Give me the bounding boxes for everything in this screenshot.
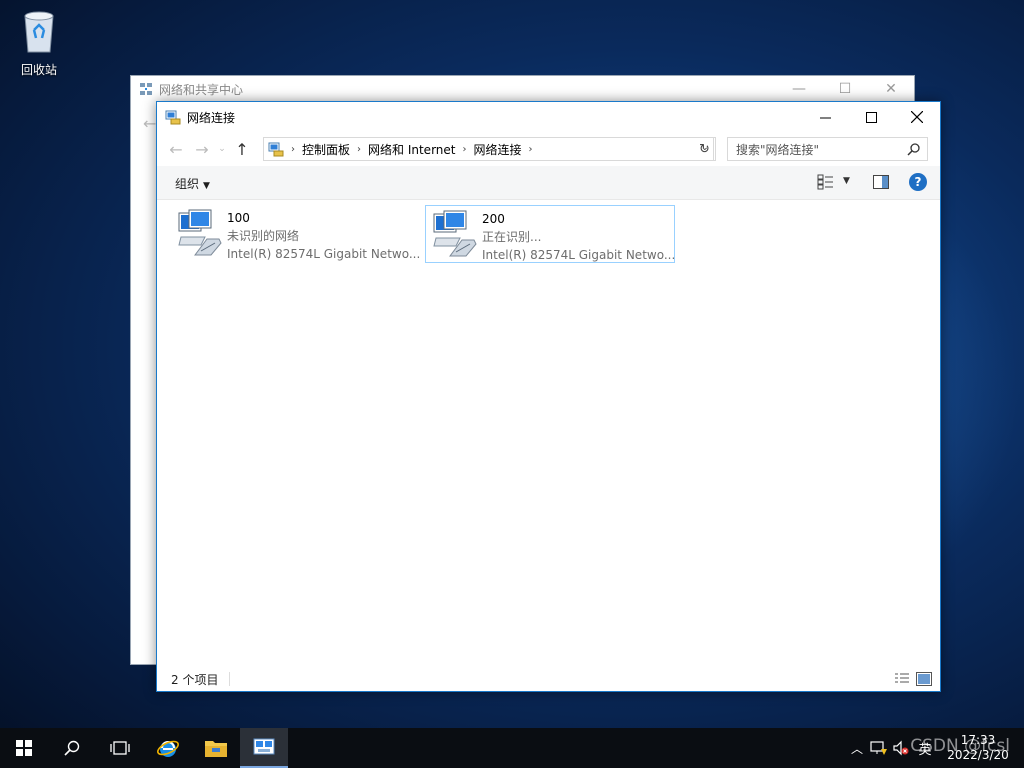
breadcrumb-separator-icon[interactable]: › bbox=[291, 144, 295, 155]
connection-status: 正在识别... bbox=[482, 230, 542, 244]
breadcrumb-separator-icon[interactable]: › bbox=[462, 144, 466, 155]
breadcrumb-separator-icon[interactable]: › bbox=[529, 144, 533, 155]
refresh-button[interactable]: ↻ bbox=[694, 137, 716, 161]
help-icon: ? bbox=[914, 175, 922, 189]
network-connections-taskbar-button[interactable] bbox=[240, 728, 288, 768]
connection-name: 100 bbox=[227, 211, 250, 225]
internet-explorer-icon bbox=[157, 740, 179, 757]
connection-device: Intel(R) 82574L Gigabit Netwo... bbox=[482, 248, 676, 262]
network-center-icon bbox=[140, 83, 152, 95]
volume-muted-icon[interactable] bbox=[890, 740, 912, 756]
connection-name: 200 bbox=[482, 212, 505, 226]
refresh-icon: ↻ bbox=[699, 141, 710, 157]
breadcrumb-network-internet[interactable]: 网络和 Internet bbox=[368, 141, 455, 158]
search-placeholder: 搜索"网络连接" bbox=[736, 142, 820, 157]
help-button[interactable]: ? bbox=[909, 173, 927, 191]
internet-explorer-button[interactable] bbox=[144, 728, 192, 768]
start-button[interactable] bbox=[0, 728, 48, 768]
search-button[interactable] bbox=[48, 728, 96, 768]
connection-status: 未识别的网络 bbox=[227, 229, 300, 243]
organize-caret-icon: ▼ bbox=[203, 181, 210, 191]
breadcrumb-network-connections[interactable]: 网络连接 bbox=[473, 141, 521, 158]
connection-device: Intel(R) 82574L Gigabit Netwo... bbox=[227, 247, 421, 261]
file-explorer-button[interactable] bbox=[192, 728, 240, 768]
folder-icon bbox=[205, 741, 227, 757]
back-close-button[interactable]: ✕ bbox=[868, 76, 914, 102]
network-adapter-icon bbox=[433, 210, 477, 257]
system-tray: ︿ 英 17:33 2022/3/20 bbox=[846, 728, 1024, 768]
back-button[interactable]: ← bbox=[163, 136, 189, 162]
task-view-button[interactable] bbox=[96, 728, 144, 768]
forward-button[interactable]: → bbox=[189, 136, 215, 162]
up-button[interactable]: ↑ bbox=[229, 136, 255, 162]
recycle-bin-shortcut[interactable]: 回收站 bbox=[12, 8, 66, 78]
show-hidden-icons-button[interactable]: ︿ bbox=[846, 740, 868, 757]
command-bar: 组织 ▼ ▼ ? bbox=[157, 166, 940, 200]
back-maximize-button[interactable]: ☐ bbox=[822, 76, 868, 102]
organize-button[interactable]: 组织 ▼ bbox=[175, 175, 210, 192]
control-panel-icon bbox=[268, 142, 284, 157]
network-connections-icon bbox=[165, 110, 181, 125]
organize-label: 组织 bbox=[175, 177, 200, 191]
preview-pane-icon[interactable] bbox=[873, 175, 889, 189]
back-arrow-icon[interactable]: ← bbox=[143, 114, 156, 133]
window-title: 网络连接 bbox=[187, 110, 236, 125]
connection-item-200[interactable]: 200 正在识别... Intel(R) 82574L Gigabit Netw… bbox=[425, 205, 675, 263]
view-options-caret-icon[interactable]: ▼ bbox=[843, 176, 850, 186]
close-button[interactable] bbox=[894, 102, 940, 132]
status-bar: 2 个项目 bbox=[157, 667, 940, 691]
network-adapter-icon bbox=[178, 209, 222, 256]
network-status-icon[interactable] bbox=[868, 740, 890, 756]
recycle-bin-label: 回收站 bbox=[20, 63, 57, 77]
status-divider bbox=[229, 672, 230, 686]
search-icon bbox=[907, 143, 920, 156]
minimize-button[interactable] bbox=[802, 102, 848, 132]
back-window-title: 网络和共享中心 bbox=[159, 82, 244, 97]
clock-date: 2022/3/20 bbox=[947, 748, 1009, 762]
maximize-button[interactable] bbox=[848, 102, 894, 132]
breadcrumb-control-panel[interactable]: 控制面板 bbox=[302, 141, 350, 158]
taskbar: ︿ 英 17:33 2022/3/20 bbox=[0, 728, 1024, 768]
task-view-icon bbox=[110, 741, 130, 755]
address-bar[interactable]: › 控制面板 › 网络和 Internet › 网络连接 › ⌄ bbox=[263, 137, 714, 161]
connection-item-100[interactable]: 100 未识别的网络 Intel(R) 82574L Gigabit Netwo… bbox=[171, 205, 421, 263]
recent-locations-button[interactable]: ⌄ bbox=[215, 136, 229, 162]
breadcrumb-separator-icon[interactable]: › bbox=[357, 144, 361, 155]
input-method-indicator[interactable]: 英 bbox=[912, 739, 938, 758]
item-count: 2 个项目 bbox=[171, 672, 219, 687]
change-view-icon[interactable] bbox=[817, 174, 835, 190]
search-input[interactable]: 搜索"网络连接" bbox=[727, 137, 928, 161]
large-icons-view-icon[interactable] bbox=[916, 672, 932, 686]
details-view-icon[interactable] bbox=[894, 672, 910, 686]
clock[interactable]: 17:33 2022/3/20 bbox=[938, 733, 1018, 763]
windows-logo-icon bbox=[16, 740, 32, 756]
minimize-icon bbox=[819, 117, 831, 118]
network-connections-window[interactable]: 网络连接 ← → ⌄ ↑ › 控制面板 › 网络和 Internet › 网络连… bbox=[156, 101, 941, 692]
navigation-bar: ← → ⌄ ↑ › 控制面板 › 网络和 Internet › 网络连接 › ⌄… bbox=[157, 134, 940, 164]
close-icon bbox=[911, 111, 923, 123]
back-minimize-button[interactable]: — bbox=[776, 76, 822, 102]
clock-time: 17:33 bbox=[960, 733, 996, 747]
network-connections-icon bbox=[253, 738, 275, 755]
maximize-icon bbox=[865, 111, 877, 123]
recycle-bin-icon bbox=[24, 11, 54, 53]
search-icon bbox=[64, 740, 80, 756]
